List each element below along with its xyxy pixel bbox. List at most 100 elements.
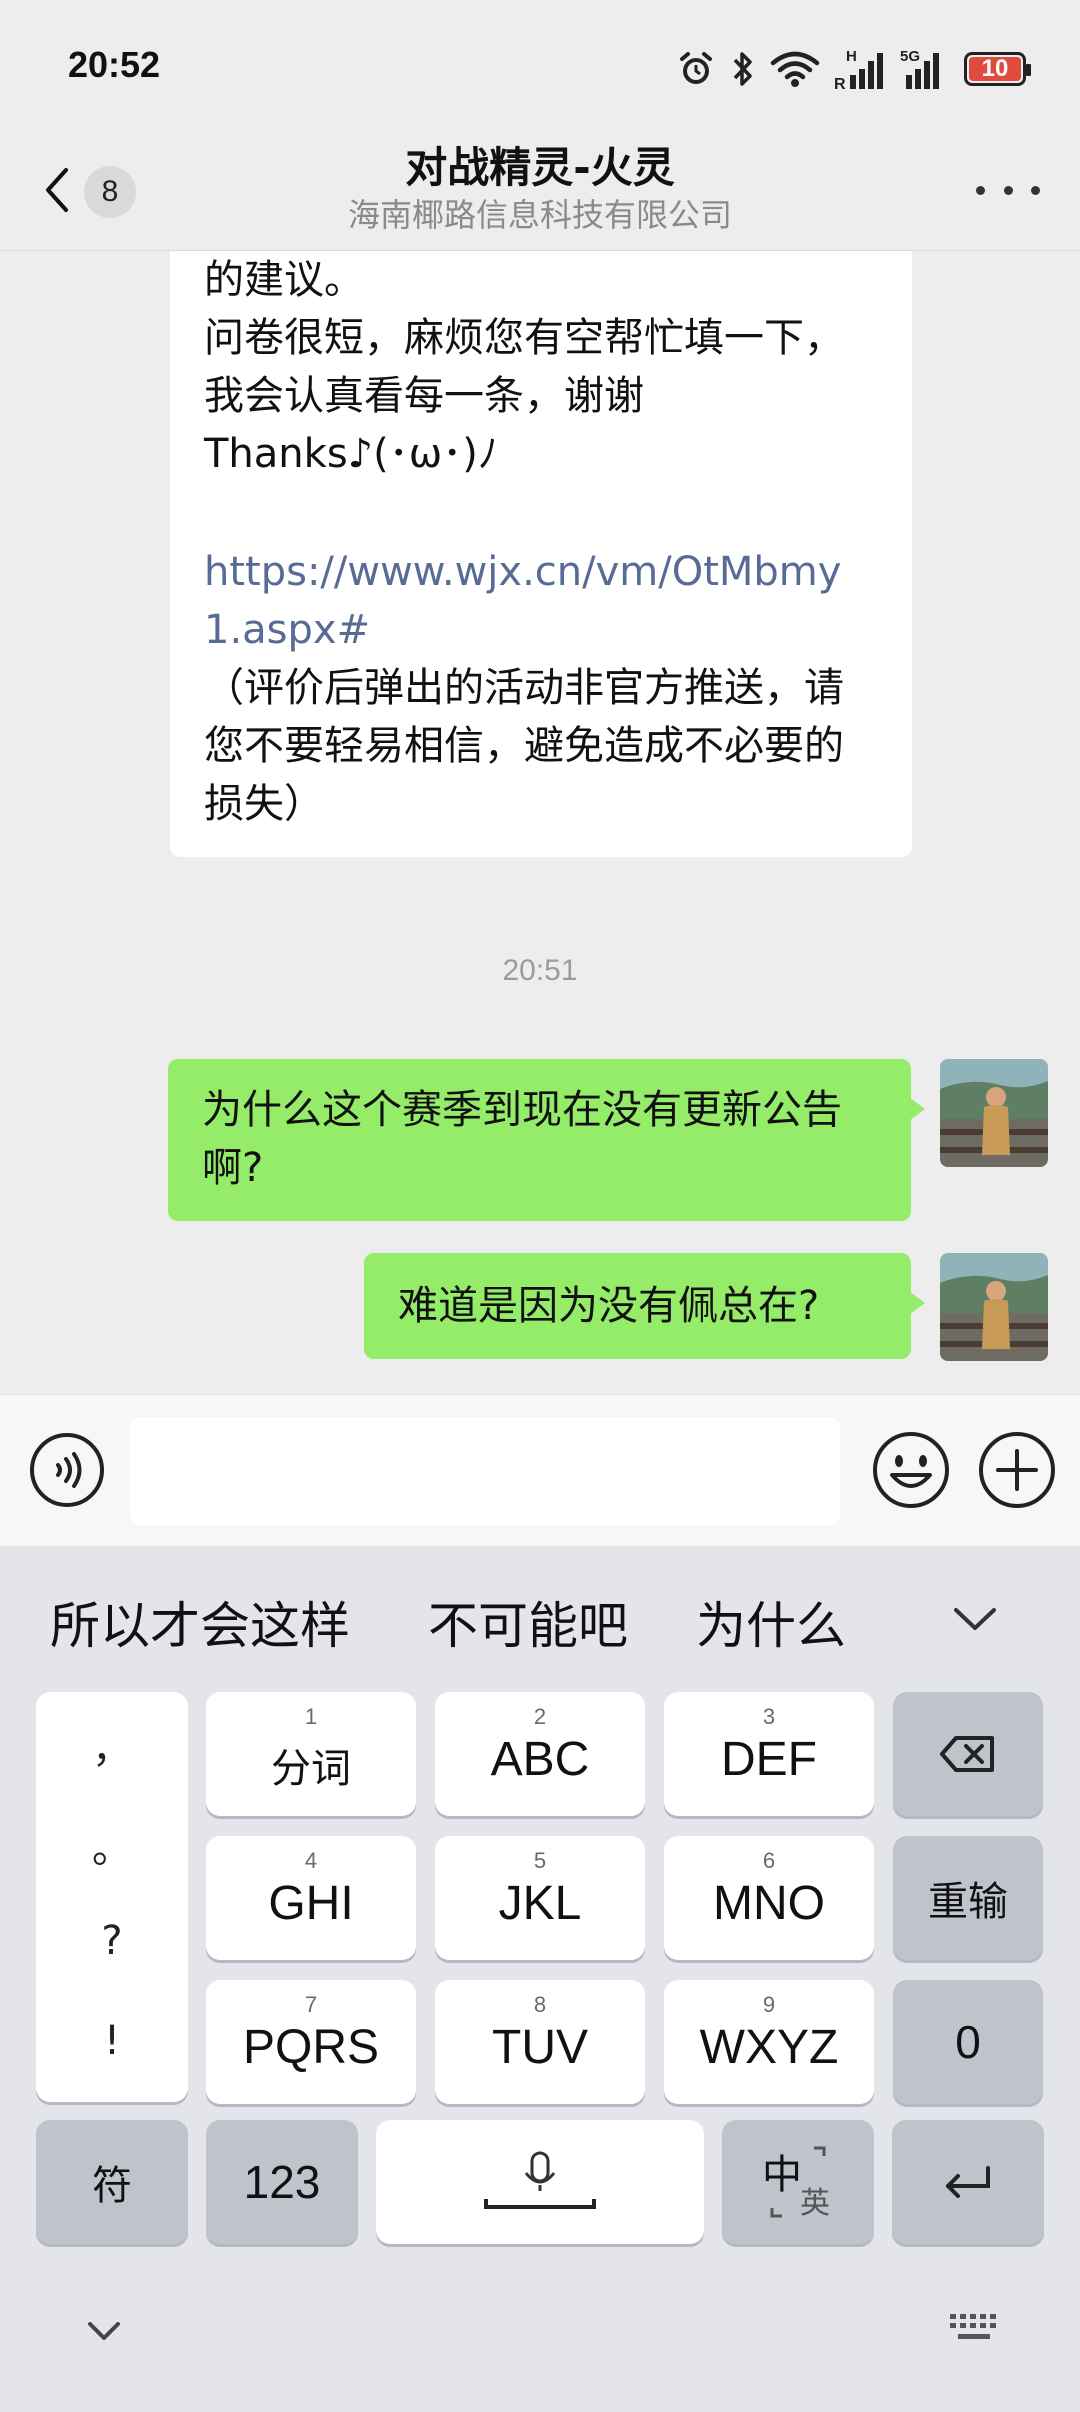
key-6[interactable]: 6 MNO — [664, 1836, 874, 1960]
chat-title: 对战精灵-火灵 — [405, 143, 675, 192]
message-input-bar — [0, 1394, 1080, 1547]
outgoing-message-bubble[interactable]: 为什么这个赛季到现在没有更新公告啊? — [168, 1059, 925, 1221]
punctuation-column[interactable]: ， 。 ? ! — [36, 1692, 188, 2102]
wifi-icon — [770, 49, 820, 89]
key-label: PQRS — [242, 2021, 380, 2074]
svg-text:5G: 5G — [900, 48, 920, 65]
svg-text:H: H — [846, 48, 857, 65]
smiley-icon — [873, 1432, 949, 1508]
plus-circle-icon — [979, 1432, 1055, 1508]
message-text: 的建议。 — [204, 257, 364, 303]
candidate-word[interactable]: 不可能吧 — [428, 1586, 628, 1658]
key-3[interactable]: 3 DEF — [664, 1692, 874, 1816]
language-switch-key[interactable]: 中 英 — [722, 2120, 874, 2244]
outgoing-message-bubble[interactable]: 难道是因为没有佩总在? — [364, 1253, 925, 1359]
key-5[interactable]: 5 JKL — [435, 1836, 645, 1960]
chevron-down-icon — [88, 2322, 120, 2340]
key-9[interactable]: 9 WXYZ — [664, 1980, 874, 2104]
key-number: 5 — [533, 1848, 547, 1873]
status-icons: RH 5G 10 — [676, 44, 1031, 94]
expand-candidates-button[interactable] — [950, 1598, 1000, 1638]
battery-level: 10 — [981, 55, 1009, 82]
keyboard-icon — [950, 2314, 996, 2339]
key-label: 分词 — [271, 1746, 351, 1792]
dot — [1003, 185, 1013, 195]
key-8[interactable]: 8 TUV — [435, 1980, 645, 2104]
candidate-word[interactable]: 所以才会这样 — [50, 1586, 350, 1658]
signal-r-icon: RH — [834, 47, 886, 91]
key-label: DEF — [721, 1733, 817, 1786]
voice-input-button[interactable] — [28, 1431, 106, 1509]
key-label: TUV — [492, 2021, 588, 2074]
key-number: 7 — [304, 1992, 318, 2017]
message-text: Thanks♪(･ω･)ﾉ — [204, 431, 498, 477]
toggle-bracket-icon — [770, 2146, 826, 2218]
dot — [976, 185, 985, 195]
status-bar: 20:52 RH 5G 10 — [0, 0, 1080, 130]
key-label: 符 — [92, 2163, 132, 2209]
avatar[interactable] — [940, 1059, 1048, 1167]
message-input[interactable] — [130, 1417, 840, 1525]
backspace-icon — [940, 1736, 994, 1772]
key-4[interactable]: 4 GHI — [206, 1836, 416, 1960]
enter-icon — [946, 2166, 990, 2198]
punct-period[interactable]: 。 — [36, 1816, 188, 1874]
message-list[interactable]: 的建议。 问卷很短，麻烦您有空帮忙填一下，我会认真看每一条，谢谢 Thanks♪… — [0, 251, 1080, 1394]
message-timestamp: 20:51 — [502, 954, 578, 987]
enter-key[interactable] — [892, 2120, 1044, 2244]
message-text: （评价后弹出的活动非官方推送，请您不要轻易相信，避免造成不必要的损失） — [204, 665, 844, 827]
avatar[interactable] — [940, 1253, 1048, 1361]
battery-indicator: 10 — [964, 52, 1031, 86]
key-label: 重输 — [928, 1879, 1008, 1925]
chat-subtitle: 海南椰路信息科技有限公司 — [347, 196, 732, 234]
hide-keyboard-button[interactable] — [84, 2316, 124, 2346]
key-number: 6 — [762, 1848, 776, 1873]
candidate-word[interactable]: 为什么 — [696, 1586, 846, 1658]
key-label: GHI — [268, 1877, 354, 1930]
key-label: JKL — [498, 1877, 582, 1930]
reinput-key[interactable]: 重输 — [893, 1836, 1043, 1960]
punct-exclaim[interactable]: ! — [36, 2018, 188, 2064]
svg-text:R: R — [834, 76, 846, 91]
key-label: 123 — [243, 2156, 321, 2208]
key-number: 9 — [762, 1992, 776, 2017]
key-label: 0 — [955, 2016, 981, 2068]
key-number: 2 — [533, 1704, 547, 1729]
numbers-key[interactable]: 123 — [206, 2120, 358, 2244]
alarm-icon — [676, 49, 716, 89]
key-number: 1 — [304, 1704, 318, 1729]
signal-5g-icon: 5G — [900, 47, 950, 91]
emoji-button[interactable] — [870, 1429, 952, 1511]
key-label: MNO — [713, 1877, 825, 1930]
status-time: 20:52 — [68, 44, 161, 85]
key-0[interactable]: 0 — [893, 1980, 1043, 2104]
message-link[interactable]: https://www.wjx.cn/vm/OtMbmy1.aspx# — [204, 543, 878, 659]
ime-keyboard: 所以才会这样 不可能吧 为什么 ， 。 ? ! 1 分词 2 ABC 3 DEF… — [0, 1546, 1080, 2412]
voice-icon — [30, 1433, 104, 1507]
key-1[interactable]: 1 分词 — [206, 1692, 416, 1816]
microphone-icon — [484, 2151, 596, 2209]
more-options-button[interactable] — [976, 170, 1040, 210]
key-7[interactable]: 7 PQRS — [206, 1980, 416, 2104]
key-label: ABC — [490, 1733, 590, 1786]
space-key[interactable] — [376, 2120, 704, 2244]
incoming-message-bubble[interactable]: 的建议。 问卷很短，麻烦您有空帮忙填一下，我会认真看每一条，谢谢 Thanks♪… — [170, 251, 912, 857]
key-number: 3 — [762, 1704, 776, 1729]
key-number: 8 — [533, 1992, 547, 2017]
key-number: 4 — [304, 1848, 318, 1873]
punct-comma[interactable]: ， — [36, 1716, 188, 1774]
chevron-down-icon — [954, 1608, 996, 1630]
key-2[interactable]: 2 ABC — [435, 1692, 645, 1816]
more-actions-button[interactable] — [976, 1429, 1058, 1511]
backspace-key[interactable] — [893, 1692, 1043, 1816]
dot — [1031, 185, 1040, 195]
message-text: 问卷很短，麻烦您有空帮忙填一下，我会认真看每一条，谢谢 — [204, 315, 844, 419]
bluetooth-icon — [730, 49, 756, 89]
keyboard-bottom-bar — [0, 2276, 1080, 2412]
switch-keyboard-button[interactable] — [948, 2310, 1000, 2346]
symbol-key[interactable]: 符 — [36, 2120, 188, 2244]
candidate-bar: 所以才会这样 不可能吧 为什么 — [0, 1546, 1080, 1686]
key-label: WXYZ — [699, 2021, 839, 2074]
punct-question[interactable]: ? — [36, 1918, 188, 1964]
